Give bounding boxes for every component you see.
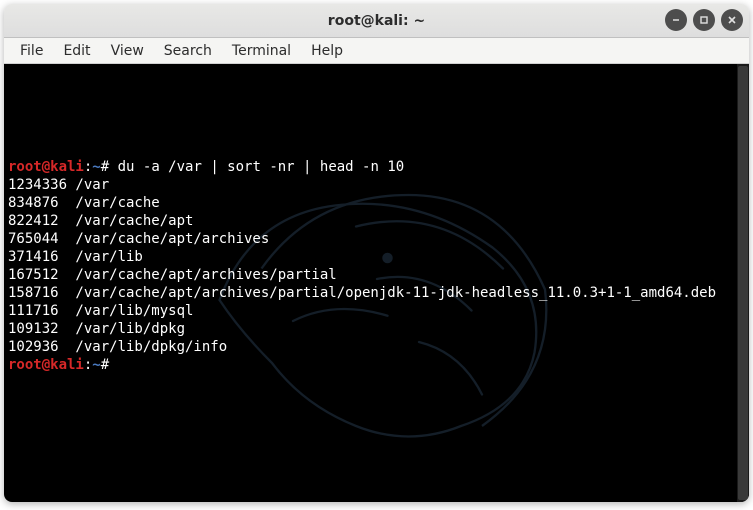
menubar: File Edit View Search Terminal Help (4, 38, 749, 64)
window-controls (665, 9, 743, 31)
command-output: 1234336 /var 834876 /var/cache 822412 /v… (8, 176, 745, 356)
window-title: root@kali: ~ (4, 13, 749, 29)
maximize-icon (698, 14, 710, 26)
close-button[interactable] (721, 9, 743, 31)
maximize-button[interactable] (693, 9, 715, 31)
minimize-button[interactable] (665, 9, 687, 31)
terminal-window: root@kali: ~ File Edit View Search Termi… (4, 4, 749, 502)
prompt-symbol-2: # (101, 357, 109, 373)
terminal-area[interactable]: root@kali:~# du -a /var | sort -nr | hea… (4, 64, 749, 502)
menu-file[interactable]: File (10, 40, 53, 62)
close-icon (726, 14, 738, 26)
terminal-content: root@kali:~# du -a /var | sort -nr | hea… (8, 140, 745, 392)
titlebar: root@kali: ~ (4, 4, 749, 38)
menu-help[interactable]: Help (301, 40, 353, 62)
menu-edit[interactable]: Edit (53, 40, 100, 62)
menu-terminal[interactable]: Terminal (222, 40, 301, 62)
prompt-symbol: # (101, 159, 109, 175)
prompt-user-host: root@kali (8, 159, 84, 175)
minimize-icon (670, 14, 682, 26)
prompt-path: ~ (92, 159, 100, 175)
prompt-user-host-2: root@kali (8, 357, 84, 373)
command-text: du -a /var | sort -nr | head -n 10 (109, 159, 404, 175)
menu-view[interactable]: View (101, 40, 154, 62)
menu-search[interactable]: Search (154, 40, 222, 62)
prompt-path-2: ~ (92, 357, 100, 373)
cursor-space (109, 357, 117, 373)
